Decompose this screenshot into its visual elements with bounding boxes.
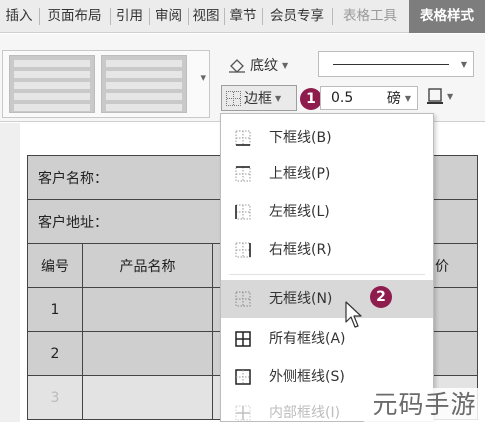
header-product-name[interactable]: 产品名称 [82, 243, 213, 288]
menu-item-left-border[interactable]: 左框线(L) [221, 193, 433, 231]
tab-insert[interactable]: 插入 [0, 0, 38, 33]
mouse-cursor-icon [345, 301, 362, 328]
line-weight-unit: 磅 [386, 91, 401, 107]
table-cell[interactable] [82, 287, 213, 332]
table-cell[interactable] [82, 375, 213, 420]
step-badge-2: 2 [370, 286, 392, 308]
menu-item-label: 内部框线(I) [269, 405, 341, 421]
menu-item-label: 所有框线(A) [269, 331, 346, 347]
watermark: 元码手游网 [364, 388, 485, 422]
borders-dropdown-menu: 下框线(B) 上框线(P) 左框线(L) 右框线(R) 无框线(N) 所有框线(… [220, 113, 434, 422]
table-style-thumbnail[interactable] [9, 55, 95, 113]
borders-label: 边框 [244, 91, 272, 107]
chevron-down-icon: ▼ [282, 60, 289, 70]
ribbon-tab-bar: 插入 页面布局 引用 审阅 视图 章节 会员专享 表格工具 表格样式 [0, 0, 485, 33]
bottom-border-icon [235, 130, 251, 146]
row-number-cell[interactable]: 2 [27, 331, 83, 376]
menu-item-no-border[interactable]: 无框线(N) [221, 280, 433, 318]
menu-item-all-borders[interactable]: 所有框线(A) [221, 320, 433, 358]
tab-page-layout[interactable]: 页面布局 [40, 0, 109, 33]
line-style-preview [333, 64, 449, 65]
step-badge-1: 1 [300, 88, 322, 110]
border-pen-icon [427, 88, 443, 104]
row-number-cell[interactable]: 3 [27, 375, 83, 420]
inside-borders-icon [235, 405, 251, 421]
header-number[interactable]: 编号 [27, 243, 83, 288]
shading-label: 底纹 [250, 58, 278, 74]
top-border-icon [235, 166, 251, 182]
line-weight-value: 0.5 [331, 90, 354, 106]
chevron-down-icon: ▼ [447, 91, 454, 101]
tab-review[interactable]: 审阅 [150, 0, 187, 33]
chevron-down-icon: ▼ [460, 60, 467, 69]
menu-item-label: 右框线(R) [269, 242, 332, 258]
tab-table-tools[interactable]: 表格工具 [333, 0, 407, 33]
gallery-more-icon[interactable]: ▾ [200, 71, 206, 84]
chevron-down-icon: ▼ [404, 93, 411, 103]
menu-item-right-border[interactable]: 右框线(R) [221, 231, 433, 269]
left-border-icon [235, 204, 251, 220]
tab-references[interactable]: 引用 [111, 0, 148, 33]
tab-sections[interactable]: 章节 [225, 0, 261, 33]
paint-bucket-icon [229, 59, 245, 73]
document-margin [0, 123, 20, 422]
borders-button[interactable]: 边框 ▼ [221, 85, 297, 111]
table-style-thumbnail[interactable] [101, 55, 187, 113]
border-color-button[interactable]: ▼ [426, 87, 453, 105]
chevron-down-icon: ▼ [275, 93, 282, 103]
all-borders-icon [235, 331, 251, 347]
table-cell[interactable] [82, 331, 213, 376]
menu-item-label: 外侧框线(S) [269, 369, 345, 385]
right-border-icon [235, 242, 251, 258]
outside-borders-icon [235, 369, 251, 385]
menu-item-label: 无框线(N) [269, 291, 333, 307]
line-style-select[interactable]: ▼ [318, 51, 474, 77]
no-border-icon [235, 291, 251, 307]
tab-view[interactable]: 视图 [189, 0, 223, 33]
menu-item-label: 左框线(L) [269, 204, 330, 220]
menu-item-label: 上框线(P) [269, 166, 331, 182]
menu-separator [229, 274, 425, 275]
border-grid-icon [226, 90, 241, 106]
menu-item-bottom-border[interactable]: 下框线(B) [221, 119, 433, 157]
line-weight-select[interactable]: 0.5 磅 ▼ [320, 86, 418, 110]
tab-table-style[interactable]: 表格样式 [409, 0, 485, 33]
shading-button[interactable]: 底纹 ▼ [228, 55, 288, 75]
table-style-gallery[interactable]: ▾ [2, 50, 210, 118]
row-number-cell[interactable]: 1 [27, 287, 83, 332]
tab-member[interactable]: 会员专享 [263, 0, 331, 33]
menu-item-top-border[interactable]: 上框线(P) [221, 155, 433, 193]
menu-item-label: 下框线(B) [269, 130, 332, 146]
